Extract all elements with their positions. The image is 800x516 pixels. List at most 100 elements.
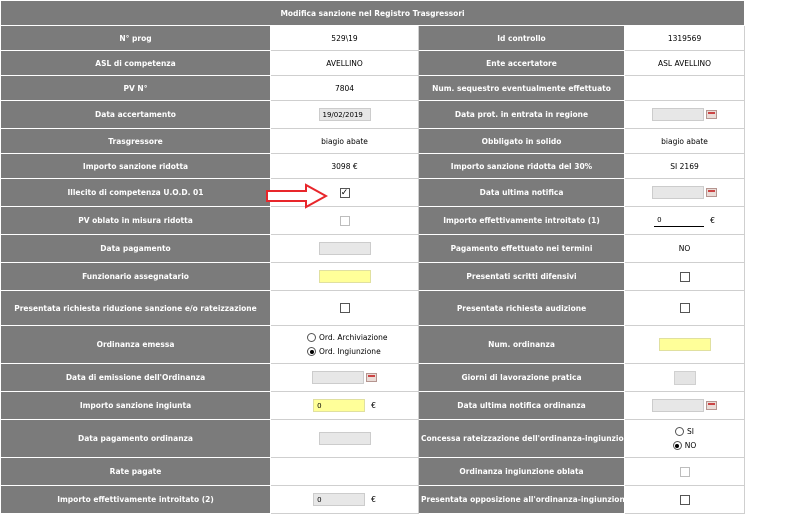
red-arrow-annotation [266,183,328,209]
importo-introitato-1-field[interactable]: 0 [654,214,705,227]
value-importo-sanzione-ridotta: 3098 € [270,153,419,179]
importo-sanzione-ingiunta-field[interactable]: 0 [313,399,366,412]
cell-importo-introitato-1: 0 € [623,206,746,235]
value-rate-pagate [270,457,419,486]
cell-funzionario-assegnatario [270,262,419,291]
label-num-ordinanza: Num. ordinanza [418,325,625,364]
label-asl-competenza: ASL di competenza [0,50,271,76]
label-ente-accertatore: Ente accertatore [418,50,625,76]
calendar-icon[interactable] [706,110,718,119]
value-num-sequestro [623,75,746,101]
currency-label: € [710,215,715,225]
label-concessa-rateizzazione: Concessa rateizzazione dell'ordinanza-in… [418,419,625,458]
value-ente-accertatore: ASL AVELLINO [623,50,746,76]
cell-scritti-difensivi [623,262,746,291]
label-illecito-uod: Illecito di competenza U.O.D. 01 [0,178,271,207]
cell-ordinanza-oblata [623,457,746,486]
funzionario-assegnatario-field[interactable] [318,270,371,283]
label-funzionario-assegnatario: Funzionario assegnatario [0,262,271,291]
value-n-prog: 529\19 [270,25,419,51]
cell-num-ordinanza [623,325,746,364]
registro-trasgressori-form: Modifica sanzione nel Registro Trasgress… [0,0,746,514]
radio-option-archiviazione[interactable]: Ord. Archiviazione [273,331,416,345]
label-richiesta-riduzione: Presentata richiesta riduzione sanzione … [0,290,271,326]
num-ordinanza-field[interactable] [658,338,711,351]
cell-opposizione-ordinanza [623,485,746,514]
label-obbligato-solido: Obbligato in solido [418,128,625,154]
radio-archiviazione-label: Ord. Archiviazione [319,332,388,342]
radio-si-label: SI [687,426,695,436]
arrow-shape [266,183,328,209]
radio-no-label: NO [684,440,697,450]
calendar-icon[interactable] [706,401,718,410]
radio-ingiunzione[interactable] [307,347,316,356]
opposizione-ordinanza-checkbox[interactable] [679,494,690,505]
value-asl-competenza: AVELLINO [270,50,419,76]
value-trasgressore: biagio abate [270,128,419,154]
scritti-difensivi-checkbox[interactable] [679,271,690,282]
label-data-pagamento-ordinanza: Data pagamento ordinanza [0,419,271,458]
cell-pv-oblato [270,206,419,235]
cell-importo-sanzione-ingiunta: 0 € [270,391,419,420]
importo-introitato-2-field[interactable]: 0 [313,493,366,506]
cell-data-accertamento: 19/02/2019 [270,100,419,129]
ordinanza-oblata-checkbox[interactable] [679,466,690,477]
calendar-icon[interactable] [706,188,718,197]
label-id-controllo: Id controllo [418,25,625,51]
label-importo-sanzione-ridotta: Importo sanzione ridotta [0,153,271,179]
cell-data-prot-entrata [623,100,746,129]
radio-option-no[interactable]: NO [627,439,742,453]
radio-option-ingiunzione[interactable]: Ord. Ingiunzione [273,345,416,359]
cell-ordinanza-emessa: Ord. Archiviazione Ord. Ingiunzione [270,325,419,364]
data-ultima-notifica-field[interactable] [652,186,705,199]
label-richiesta-audizione: Presentata richiesta audizione [418,290,625,326]
radio-option-si[interactable]: SI [627,425,742,439]
pv-oblato-checkbox[interactable] [339,215,350,226]
data-pagamento-ordinanza-field[interactable] [318,432,371,445]
label-ordinanza-oblata: Ordinanza ingiunzione oblata [418,457,625,486]
label-opposizione-ordinanza: Presentata opposizione all'ordinanza-ing… [418,485,625,514]
radio-no[interactable] [672,441,682,450]
cell-giorni-lavorazione [623,363,746,392]
label-ordinanza-emessa: Ordinanza emessa [0,325,271,364]
data-pagamento-field[interactable] [318,242,371,255]
data-notifica-ordinanza-field[interactable] [652,399,705,412]
radio-si[interactable] [675,427,685,436]
label-rate-pagate: Rate pagate [0,457,271,486]
cell-richiesta-riduzione [270,290,419,326]
form-title: Modifica sanzione nel Registro Trasgress… [0,0,746,26]
label-data-ultima-notifica: Data ultima notifica [418,178,625,207]
currency-label: € [371,494,376,504]
label-n-prog: N° prog [0,25,271,51]
value-importo-ridotta-30: SI 2169 [623,153,746,179]
label-importo-ridotta-30: Importo sanzione ridotta del 30% [418,153,625,179]
label-data-emissione-ordinanza: Data di emissione dell'Ordinanza [0,363,271,392]
value-pv-n: 7804 [270,75,419,101]
label-trasgressore: Trasgressore [0,128,271,154]
radio-archiviazione[interactable] [307,333,316,342]
data-emissione-ordinanza-field[interactable] [312,371,364,384]
data-accertamento-field[interactable]: 19/02/2019 [318,108,371,121]
label-giorni-lavorazione: Giorni di lavorazione pratica [418,363,625,392]
cell-data-ultima-notifica [623,178,746,207]
illecito-uod-checkbox[interactable]: ✓ [339,187,350,198]
label-data-notifica-ordinanza: Data ultima notifica ordinanza [418,391,625,420]
data-prot-entrata-field[interactable] [652,108,705,121]
richiesta-audizione-checkbox[interactable] [679,303,690,313]
label-data-pagamento: Data pagamento [0,234,271,263]
currency-label: € [371,400,376,410]
label-pv-oblato: PV oblato in misura ridotta [0,206,271,235]
label-pv-n: PV N° [0,75,271,101]
label-importo-introitato-2: Importo effettivamente introitato (2) [0,485,271,514]
cell-data-pagamento-ordinanza [270,419,419,458]
label-importo-sanzione-ingiunta: Importo sanzione ingiunta [0,391,271,420]
cell-concessa-rateizzazione: SI NO [623,419,746,458]
radio-ingiunzione-label: Ord. Ingiunzione [319,346,381,356]
calendar-icon[interactable] [366,373,377,382]
cell-data-emissione-ordinanza [270,363,419,392]
cell-data-pagamento [270,234,419,263]
value-pagamento-termini: NO [623,234,746,263]
label-data-accertamento: Data accertamento [0,100,271,129]
label-importo-introitato-1: Importo effettivamente introitato (1) [418,206,625,235]
richiesta-riduzione-checkbox[interactable] [339,303,350,313]
